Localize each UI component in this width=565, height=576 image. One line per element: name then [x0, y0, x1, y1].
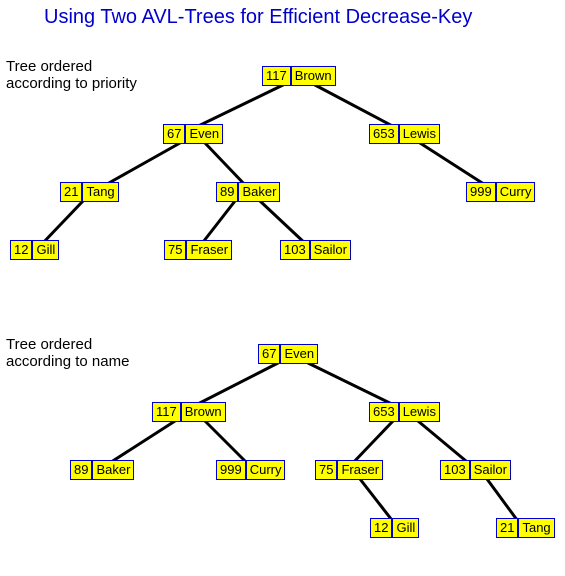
diagram-canvas: Using Two AVL-Trees for Efficient Decrea…	[0, 0, 565, 576]
node-value: Curry	[496, 182, 536, 202]
tree-node: 103 Sailor	[440, 460, 511, 480]
node-value: Baker	[238, 182, 280, 202]
caption-name: Tree ordered according to name	[6, 336, 129, 371]
node-key: 999	[466, 182, 496, 202]
tree-node: 75 Fraser	[164, 240, 232, 260]
tree-node: 117 Brown	[152, 402, 226, 422]
tree-node: 653 Lewis	[369, 402, 440, 422]
tree-node: 21 Tang	[60, 182, 119, 202]
node-value: Tang	[82, 182, 118, 202]
node-key: 89	[216, 182, 238, 202]
node-key: 67	[258, 344, 280, 364]
node-value: Brown	[181, 402, 226, 422]
node-key: 21	[496, 518, 518, 538]
node-value: Sailor	[310, 240, 351, 260]
caption-priority: Tree ordered according to priority	[6, 58, 137, 93]
tree-node: 21 Tang	[496, 518, 555, 538]
node-value: Sailor	[470, 460, 511, 480]
tree-node: 999 Curry	[466, 182, 535, 202]
node-key: 653	[369, 402, 399, 422]
node-key: 75	[164, 240, 186, 260]
node-value: Even	[280, 344, 318, 364]
node-value: Baker	[92, 460, 134, 480]
tree-node: 103 Sailor	[280, 240, 351, 260]
tree-node: 89 Baker	[216, 182, 280, 202]
node-key: 12	[10, 240, 32, 260]
node-value: Brown	[291, 66, 336, 86]
node-key: 653	[369, 124, 399, 144]
node-value: Even	[185, 124, 223, 144]
tree-node: 89 Baker	[70, 460, 134, 480]
tree-node: 12 Gill	[370, 518, 419, 538]
node-key: 117	[262, 66, 291, 86]
node-key: 21	[60, 182, 82, 202]
tree-node: 67 Even	[258, 344, 318, 364]
tree-node: 999 Curry	[216, 460, 285, 480]
tree-node: 75 Fraser	[315, 460, 383, 480]
node-key: 75	[315, 460, 337, 480]
node-key: 67	[163, 124, 185, 144]
node-key: 103	[440, 460, 470, 480]
page-title: Using Two AVL-Trees for Efficient Decrea…	[44, 6, 472, 29]
node-value: Gill	[392, 518, 419, 538]
node-value: Lewis	[399, 124, 440, 144]
node-value: Gill	[32, 240, 59, 260]
node-value: Tang	[518, 518, 554, 538]
node-key: 103	[280, 240, 310, 260]
node-key: 12	[370, 518, 392, 538]
node-value: Fraser	[337, 460, 383, 480]
node-value: Curry	[246, 460, 286, 480]
node-value: Lewis	[399, 402, 440, 422]
tree-node: 67 Even	[163, 124, 223, 144]
tree-node: 12 Gill	[10, 240, 59, 260]
node-key: 999	[216, 460, 246, 480]
node-key: 89	[70, 460, 92, 480]
tree-node: 117 Brown	[262, 66, 336, 86]
tree-node: 653 Lewis	[369, 124, 440, 144]
node-value: Fraser	[186, 240, 232, 260]
node-key: 117	[152, 402, 181, 422]
